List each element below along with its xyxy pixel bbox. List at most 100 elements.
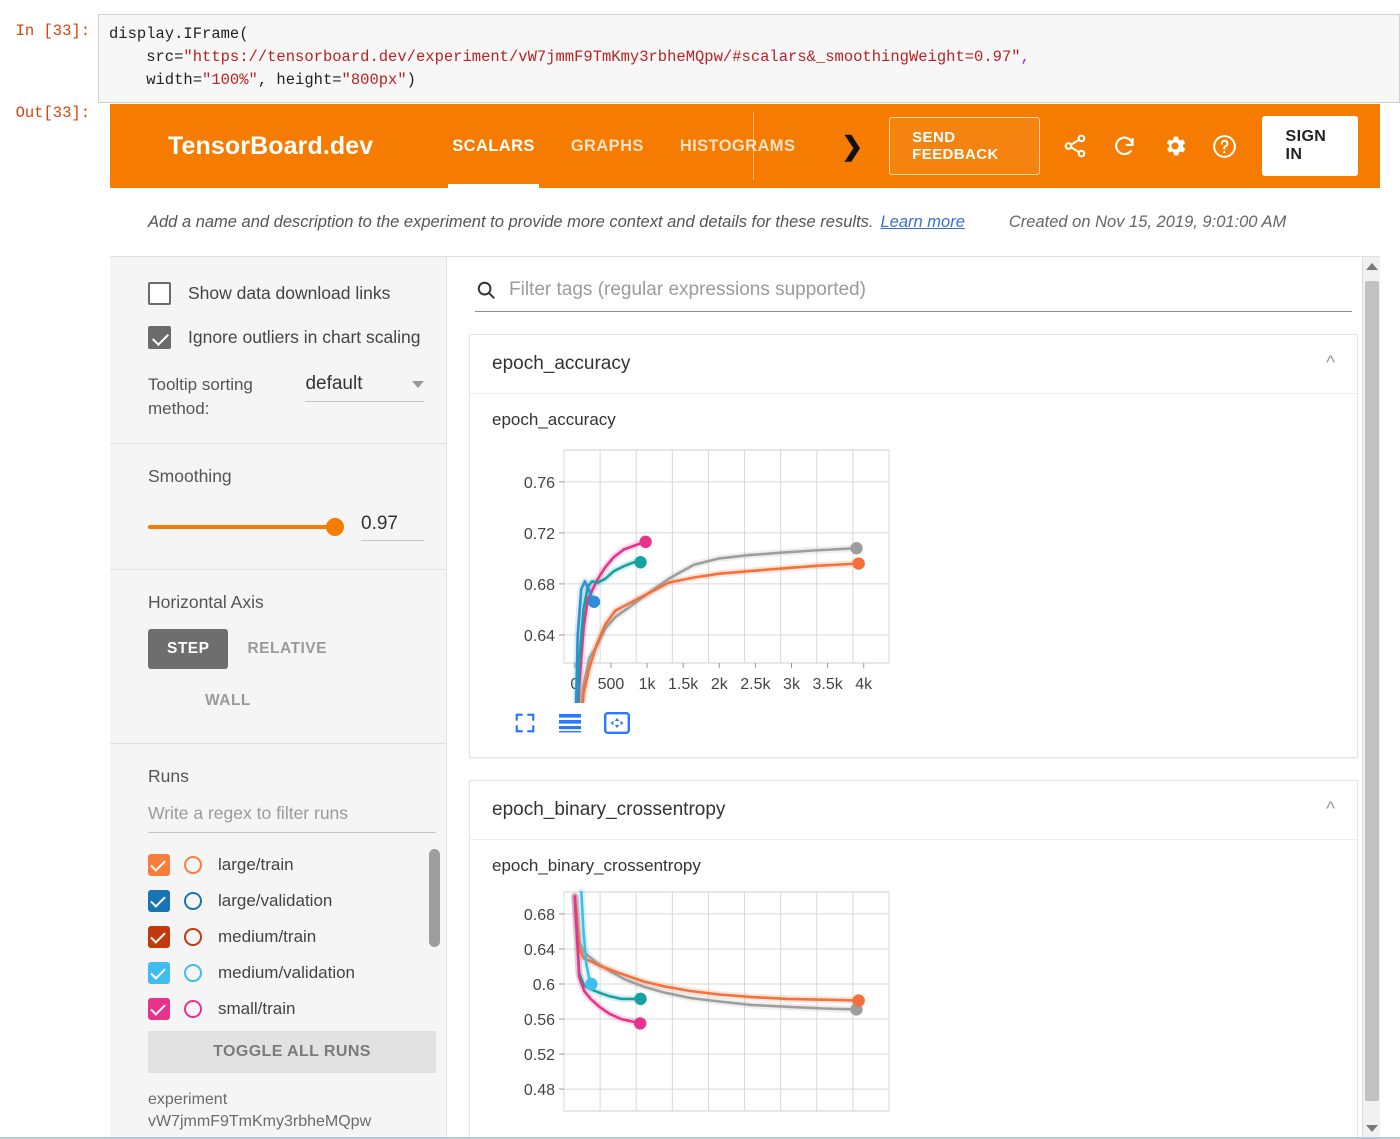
run-color-circle <box>184 964 202 982</box>
scroll-up-arrow-icon[interactable] <box>1366 263 1378 270</box>
chart-title: epoch_accuracy <box>492 410 1335 430</box>
scroll-down-arrow-icon[interactable] <box>1366 1125 1378 1132</box>
code-src-value: "https://tensorboard.dev/experiment/vW7j… <box>183 48 1020 66</box>
run-item-large-train[interactable]: large/train <box>148 847 436 883</box>
run-checkbox[interactable] <box>148 926 170 948</box>
checkbox-box <box>148 326 171 349</box>
code-height-key: , height= <box>258 71 342 89</box>
runs-list: large/train large/validation medium/trai… <box>148 847 436 1027</box>
run-item-large-validation[interactable]: large/validation <box>148 883 436 919</box>
run-checkbox[interactable] <box>148 998 170 1020</box>
header-icon-group <box>1058 129 1242 163</box>
svg-text:0.52: 0.52 <box>524 1047 555 1064</box>
run-item-medium-train[interactable]: medium/train <box>148 919 436 955</box>
smoothing-slider[interactable] <box>148 525 335 529</box>
svg-text:2k: 2k <box>711 676 729 693</box>
learn-more-link[interactable]: Learn more <box>881 213 965 232</box>
run-label: medium/train <box>218 927 316 947</box>
smoothing-slider-knob[interactable] <box>326 518 344 536</box>
card-title: epoch_binary_crossentropy <box>492 799 725 821</box>
checkbox-show-data-download-links[interactable]: Show data download links <box>148 271 424 315</box>
svg-text:3.5k: 3.5k <box>812 676 843 693</box>
tooltip-sorting-label: Tooltip sorting method: <box>148 373 291 421</box>
sign-in-button[interactable]: SIGN IN <box>1262 116 1358 176</box>
run-item-medium-validation[interactable]: medium/validation <box>148 955 436 991</box>
runs-scrollbar[interactable] <box>429 849 440 947</box>
axis-option-relative[interactable]: RELATIVE <box>228 629 346 669</box>
runs-filter-input[interactable]: Write a regex to filter runs <box>148 803 436 833</box>
description-text: Add a name and description to the experi… <box>148 213 874 232</box>
toggle-all-runs-button[interactable]: TOGGLE ALL RUNS <box>148 1031 436 1073</box>
expand-chart-icon[interactable] <box>514 712 536 739</box>
chart-title: epoch_binary_crossentropy <box>492 856 1335 876</box>
checkbox-label: Ignore outliers in chart scaling <box>188 327 420 348</box>
tag-filter-bar[interactable]: Filter tags (regular expressions support… <box>475 279 1352 312</box>
run-color-circle <box>184 856 202 874</box>
tab-scalars[interactable]: SCALARS <box>434 104 553 188</box>
chevron-down-icon <box>412 381 424 388</box>
brand-logo[interactable]: TensorBoard.dev <box>168 132 373 161</box>
share-icon[interactable] <box>1058 129 1092 163</box>
header-divider <box>753 112 754 180</box>
svg-text:0.76: 0.76 <box>524 475 555 492</box>
card-header[interactable]: epoch_accuracy ^ <box>470 335 1357 393</box>
checkbox-box <box>148 282 171 305</box>
checkbox-ignore-outliers[interactable]: Ignore outliers in chart scaling <box>148 315 424 359</box>
tag-filter-input[interactable]: Filter tags (regular expressions support… <box>509 279 866 301</box>
card-body: epoch_accuracy 0.640.680.720.7605001k1.5… <box>470 393 1357 757</box>
smoothing-row: 0.97 <box>148 513 424 541</box>
code-width-value: "100%" <box>202 71 258 89</box>
smoothing-section: Smoothing 0.97 <box>110 466 446 541</box>
tab-graphs[interactable]: GRAPHS <box>553 104 662 188</box>
run-color-circle <box>184 1000 202 1018</box>
chart-epoch-binary-crossentropy[interactable]: 0.480.520.560.60.640.68 <box>492 884 937 1129</box>
tooltip-sorting-select[interactable]: default <box>305 373 424 402</box>
tensorboard-header: TensorBoard.dev SCALARS GRAPHS HISTOGRAM… <box>110 104 1380 188</box>
card-body: epoch_binary_crossentropy 0.480.520.560.… <box>470 839 1357 1138</box>
scrollbar-thumb[interactable] <box>1365 281 1379 1101</box>
nav-tabs: SCALARS GRAPHS HISTOGRAMS <box>434 104 813 188</box>
send-feedback-button[interactable]: SEND FEEDBACK <box>889 117 1039 175</box>
run-label: medium/validation <box>218 963 355 983</box>
axis-option-wall[interactable]: WALL <box>186 681 424 721</box>
run-checkbox[interactable] <box>148 890 170 912</box>
chevron-right-icon[interactable]: ❯ <box>841 131 863 162</box>
chevron-up-icon[interactable]: ^ <box>1326 353 1335 375</box>
refresh-icon[interactable] <box>1108 129 1142 163</box>
charts-pane: Filter tags (regular expressions support… <box>447 257 1380 1138</box>
svg-text:500: 500 <box>598 676 625 693</box>
sidebar: Show data download links Ignore outliers… <box>110 257 447 1138</box>
chart-epoch-accuracy[interactable]: 0.640.680.720.7605001k1.5k2k2.5k3k3.5k4k <box>492 438 937 703</box>
divider <box>110 443 446 444</box>
experiment-description-bar: Add a name and description to the experi… <box>110 188 1380 256</box>
vertical-scrollbar[interactable] <box>1362 257 1380 1138</box>
chevron-up-icon[interactable]: ^ <box>1326 799 1335 821</box>
smoothing-value-input[interactable]: 0.97 <box>361 513 424 541</box>
run-label: small/train <box>218 999 295 1019</box>
run-checkbox[interactable] <box>148 854 170 876</box>
svg-text:0.68: 0.68 <box>524 577 555 594</box>
run-label: large/train <box>218 855 294 875</box>
divider <box>110 743 446 744</box>
run-item-small-train[interactable]: small/train <box>148 991 436 1027</box>
help-circle-icon[interactable] <box>1208 129 1242 163</box>
settings-gear-icon[interactable] <box>1158 129 1192 163</box>
card-epoch-binary-crossentropy: epoch_binary_crossentropy ^ epoch_binary… <box>469 780 1358 1138</box>
card-header[interactable]: epoch_binary_crossentropy ^ <box>470 781 1357 839</box>
fit-domain-icon[interactable] <box>604 712 630 739</box>
chart-toolbar <box>514 712 1335 739</box>
tab-histograms[interactable]: HISTOGRAMS <box>662 104 814 188</box>
svg-text:0.64: 0.64 <box>524 942 555 959</box>
run-checkbox[interactable] <box>148 962 170 984</box>
output-prompt: Out[33]: <box>0 104 98 122</box>
axis-option-step[interactable]: STEP <box>148 629 228 669</box>
svg-text:1k: 1k <box>639 676 657 693</box>
svg-text:1.5k: 1.5k <box>668 676 699 693</box>
toggle-series-icon[interactable] <box>558 713 582 738</box>
runs-title: Runs <box>148 766 424 787</box>
horizontal-axis-section: Horizontal Axis STEP RELATIVE WALL <box>110 592 446 721</box>
smoothing-title: Smoothing <box>148 466 424 487</box>
code-editor[interactable]: display.IFrame( src="https://tensorboard… <box>98 14 1400 103</box>
horizontal-axis-options: STEP RELATIVE <box>148 629 424 669</box>
svg-text:0.6: 0.6 <box>533 977 555 994</box>
